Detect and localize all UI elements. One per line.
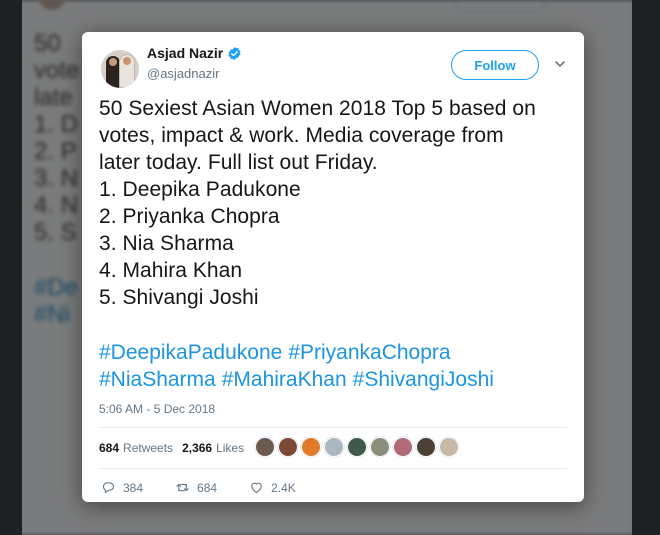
like-icon: [251, 482, 262, 494]
likes-stat[interactable]: 2,366 Likes: [182, 441, 244, 455]
chevron-down-icon[interactable]: [553, 57, 567, 71]
verified-icon: [228, 46, 241, 60]
author-name[interactable]: Asjad Nazir: [147, 45, 242, 61]
timestamp[interactable]: 5:06 AM - 5 Dec 2018: [99, 402, 215, 416]
liker-avatar[interactable]: [439, 437, 459, 457]
hashtags: #DeepikaPadukone #PriyankaChopra #NiaShar…: [99, 339, 569, 393]
hashtag-link[interactable]: #PriyankaChopra: [288, 341, 450, 364]
retweets-stat[interactable]: 684 Retweets: [99, 441, 173, 455]
reply-icon: [102, 482, 115, 494]
liker-avatar[interactable]: [278, 437, 298, 457]
hashtag-link[interactable]: #MahiraKhan: [222, 368, 347, 391]
tweet-actions: 384 684 2.4K: [101, 480, 328, 495]
author-handle[interactable]: @asjadnazir: [147, 66, 219, 81]
engagement-stats: 684 Retweets 2,366 Likes: [99, 437, 253, 459]
divider: [99, 468, 567, 469]
hashtag-link[interactable]: #ShivangiJoshi: [353, 368, 494, 391]
tweet-card: Asjad Nazir @asjadnazir Follow 50 Sexies…: [82, 32, 584, 502]
like-button[interactable]: 2.4K: [249, 480, 296, 495]
tweet-text: 50 Sexiest Asian Women 2018 Top 5 based …: [99, 97, 536, 309]
reply-button[interactable]: 384: [101, 480, 143, 495]
liker-avatar[interactable]: [301, 437, 321, 457]
liker-avatar[interactable]: [255, 437, 275, 457]
divider: [99, 427, 567, 428]
liker-avatar[interactable]: [393, 437, 413, 457]
follow-button[interactable]: Follow: [451, 50, 539, 80]
liker-avatar[interactable]: [347, 437, 367, 457]
liker-avatars: [255, 437, 459, 457]
liker-avatar[interactable]: [416, 437, 436, 457]
liker-avatar[interactable]: [370, 437, 390, 457]
hashtag-link[interactable]: #NiaSharma: [99, 368, 216, 391]
avatar[interactable]: [101, 50, 139, 88]
hashtag-link[interactable]: #DeepikaPadukone: [99, 341, 282, 364]
liker-avatar[interactable]: [324, 437, 344, 457]
retweet-button[interactable]: 684: [175, 480, 217, 495]
retweet-icon: [176, 483, 189, 492]
